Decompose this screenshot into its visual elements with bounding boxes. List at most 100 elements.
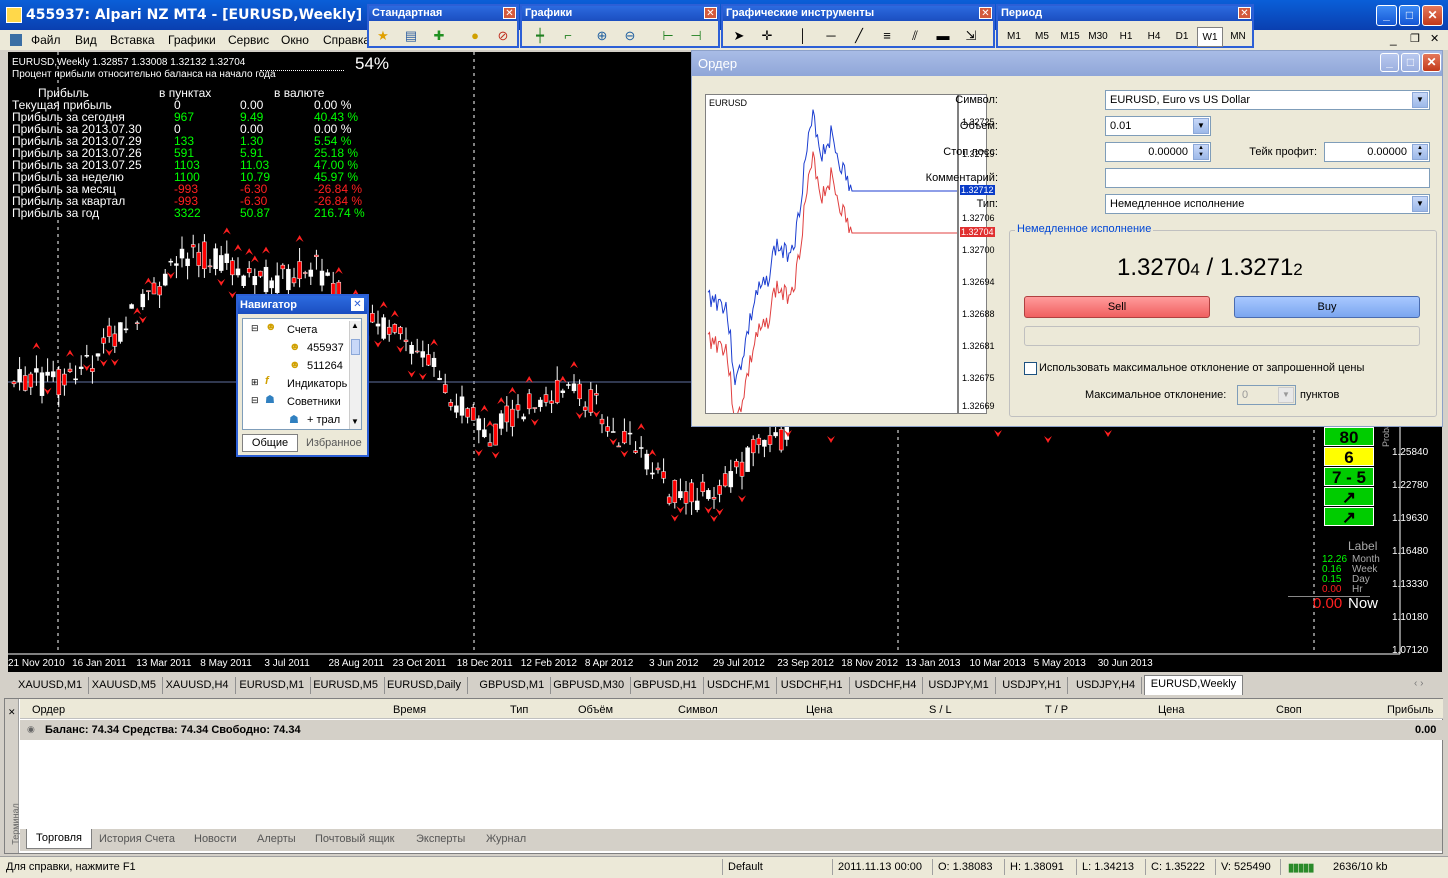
chart-tab[interactable]: USDJPY,H4 bbox=[1070, 677, 1143, 694]
menu-window[interactable]: Окно bbox=[281, 33, 309, 47]
menu-help[interactable]: Справка bbox=[323, 33, 370, 47]
deviation-input[interactable]: 0 ▼ bbox=[1237, 385, 1296, 405]
navigator-tab-favorites[interactable]: Избранное bbox=[306, 437, 362, 449]
bar-chart-icon[interactable]: ┿ bbox=[530, 26, 550, 46]
deviation-checkbox[interactable] bbox=[1024, 362, 1037, 375]
chevron-down-icon[interactable]: ▼ bbox=[1412, 92, 1428, 108]
scroll-down-icon[interactable]: ▼ bbox=[351, 417, 359, 426]
navigator-window[interactable]: Навигатор ✕ ⊟ ☻ Счета ☻ 455937 ☻ 511264 … bbox=[236, 294, 369, 457]
chart-tab[interactable]: EURUSD,M5 bbox=[307, 677, 385, 694]
order-type-select[interactable]: Немедленное исполнение ▼ bbox=[1105, 194, 1430, 214]
chart-tab[interactable]: EURUSD,M1 bbox=[233, 677, 312, 694]
menu-tools[interactable]: Сервис bbox=[228, 33, 269, 47]
scroll-up-icon[interactable]: ▲ bbox=[351, 321, 359, 330]
chart-tab[interactable]: GBPUSD,M1 bbox=[473, 677, 552, 694]
tree-collapse-icon[interactable]: ⊟ bbox=[251, 323, 259, 334]
period-h4[interactable]: H4 bbox=[1141, 27, 1167, 47]
tree-account-1[interactable]: 455937 bbox=[307, 342, 344, 354]
tree-expert-trail[interactable]: + трал bbox=[307, 414, 340, 426]
new-chart-icon[interactable]: ★ bbox=[373, 26, 393, 46]
period-w1[interactable]: W1 bbox=[1197, 27, 1223, 47]
toolbar-close-icon[interactable]: ✕ bbox=[503, 7, 516, 19]
chart-tab[interactable]: USDCHF,M1 bbox=[701, 677, 777, 694]
expert-icon[interactable]: ● bbox=[465, 26, 485, 46]
cursor-icon[interactable]: ➤ bbox=[729, 26, 749, 46]
order-minimize-button[interactable]: _ bbox=[1380, 53, 1399, 72]
chart-tab[interactable]: USDCHF,H1 bbox=[775, 677, 850, 694]
tree-account-2[interactable]: 511264 bbox=[307, 360, 347, 372]
chart-tab[interactable]: XAUUSD,M1 bbox=[12, 677, 90, 694]
terminal-close-icon[interactable]: ✕ bbox=[8, 707, 16, 718]
terminal-tab-mailbox[interactable]: Почтовый ящик bbox=[315, 833, 394, 845]
zoom-in-icon[interactable]: ⊕ bbox=[592, 26, 612, 46]
child-close-button[interactable]: ✕ bbox=[1430, 32, 1439, 45]
chart-shift-icon[interactable]: ⊣ bbox=[686, 26, 706, 46]
col-sl[interactable]: S / L bbox=[929, 704, 952, 716]
text-label-icon[interactable]: ▬ bbox=[933, 26, 953, 46]
chevron-down-icon[interactable]: ▼ bbox=[1278, 387, 1294, 403]
scroll-thumb[interactable] bbox=[351, 339, 360, 355]
terminal-tab-experts[interactable]: Эксперты bbox=[416, 833, 465, 845]
period-mn[interactable]: MN bbox=[1225, 27, 1251, 47]
col-swap[interactable]: Своп bbox=[1276, 704, 1302, 716]
tab-scroll-icon[interactable]: ‹ › bbox=[1414, 678, 1423, 689]
period-d1[interactable]: D1 bbox=[1169, 27, 1195, 47]
chart-tab[interactable]: EURUSD,Weekly bbox=[1143, 675, 1244, 695]
toolbar-close-icon[interactable]: ✕ bbox=[704, 7, 717, 19]
stepper-icon[interactable]: ▲ ▼ bbox=[1412, 144, 1428, 160]
fibonacci-icon[interactable]: ⫽ bbox=[905, 26, 925, 46]
chart-tab[interactable]: GBPUSD,H1 bbox=[627, 677, 704, 694]
autoscroll-icon[interactable]: ⊢ bbox=[658, 26, 678, 46]
toolbar-close-icon[interactable]: ✕ bbox=[1238, 7, 1251, 19]
take-profit-input[interactable]: 0.00000 ▲ ▼ bbox=[1324, 142, 1430, 162]
col-order[interactable]: Ордер bbox=[32, 704, 65, 716]
stop-loss-input[interactable]: 0.00000 ▲ ▼ bbox=[1105, 142, 1211, 162]
order-maximize-button[interactable]: □ bbox=[1401, 53, 1420, 72]
zoom-out-icon[interactable]: ⊖ bbox=[620, 26, 640, 46]
chart-tab[interactable]: EURUSD,Daily bbox=[381, 677, 468, 694]
chevron-down-icon[interactable]: ▼ bbox=[1193, 118, 1209, 134]
navigator-close-icon[interactable]: ✕ bbox=[351, 298, 364, 311]
tree-expand-icon[interactable]: ⊞ bbox=[251, 377, 259, 388]
order-close-button[interactable]: ✕ bbox=[1422, 53, 1441, 72]
equidistant-channel-icon[interactable]: ≡ bbox=[877, 26, 897, 46]
period-m30[interactable]: M30 bbox=[1085, 27, 1111, 47]
navigator-tree[interactable]: ⊟ ☻ Счета ☻ 455937 ☻ 511264 ⊞ f Индикато… bbox=[242, 318, 362, 430]
chart-tab[interactable]: GBPUSD,M30 bbox=[547, 677, 632, 694]
menu-insert[interactable]: Вставка bbox=[110, 33, 155, 47]
close-button[interactable]: ✕ bbox=[1422, 5, 1443, 26]
sell-button[interactable]: Sell bbox=[1024, 296, 1210, 318]
navigator-scrollbar[interactable]: ▲ ▼ bbox=[349, 321, 361, 429]
crosshair-icon[interactable]: ✛ bbox=[757, 26, 777, 46]
comment-input[interactable] bbox=[1105, 168, 1430, 188]
child-minimize-button[interactable]: _ bbox=[1390, 32, 1397, 46]
autotrading-icon[interactable]: ⊘ bbox=[493, 26, 513, 46]
navigator-tab-common[interactable]: Общие bbox=[242, 434, 298, 452]
tree-experts[interactable]: Советники bbox=[287, 396, 341, 408]
chart-tab[interactable]: XAUUSD,M5 bbox=[86, 677, 163, 694]
tree-collapse-icon[interactable]: ⊟ bbox=[251, 395, 259, 406]
line-chart-icon[interactable]: ⌐ bbox=[558, 26, 578, 46]
order-dialog[interactable]: Ордер _ □ ✕ EURUSD 1.32725 1.32719 1.32706… bbox=[691, 50, 1443, 428]
chevron-down-icon[interactable]: ▼ bbox=[1412, 196, 1428, 212]
menu-charts[interactable]: Графики bbox=[168, 33, 216, 47]
child-restore-button[interactable]: ❐ bbox=[1410, 32, 1420, 45]
col-time[interactable]: Время bbox=[393, 704, 426, 716]
market-watch-icon[interactable]: ✚ bbox=[429, 26, 449, 46]
toolbar-close-icon[interactable]: ✕ bbox=[979, 7, 992, 19]
terminal-tab-trade[interactable]: Торговля bbox=[26, 829, 92, 849]
col-price[interactable]: Цена bbox=[806, 704, 832, 716]
stepper-icon[interactable]: ▲ ▼ bbox=[1193, 144, 1209, 160]
tree-accounts[interactable]: Счета bbox=[287, 324, 317, 336]
col-price-current[interactable]: Цена bbox=[1158, 704, 1184, 716]
terminal-tab-journal[interactable]: Журнал bbox=[486, 833, 526, 845]
chart-tab[interactable]: USDCHF,H4 bbox=[849, 677, 924, 694]
terminal-tab-alerts[interactable]: Алерты bbox=[257, 833, 296, 845]
tree-indicators[interactable]: Индикаторы bbox=[287, 378, 347, 390]
col-profit[interactable]: Прибыль bbox=[1387, 704, 1434, 716]
minimize-button[interactable]: _ bbox=[1376, 5, 1397, 26]
period-m5[interactable]: M5 bbox=[1029, 27, 1055, 47]
symbol-select[interactable]: EURUSD, Euro vs US Dollar ▼ bbox=[1105, 90, 1430, 110]
vertical-line-icon[interactable]: │ bbox=[793, 26, 813, 46]
terminal-tab-news[interactable]: Новости bbox=[194, 833, 237, 845]
